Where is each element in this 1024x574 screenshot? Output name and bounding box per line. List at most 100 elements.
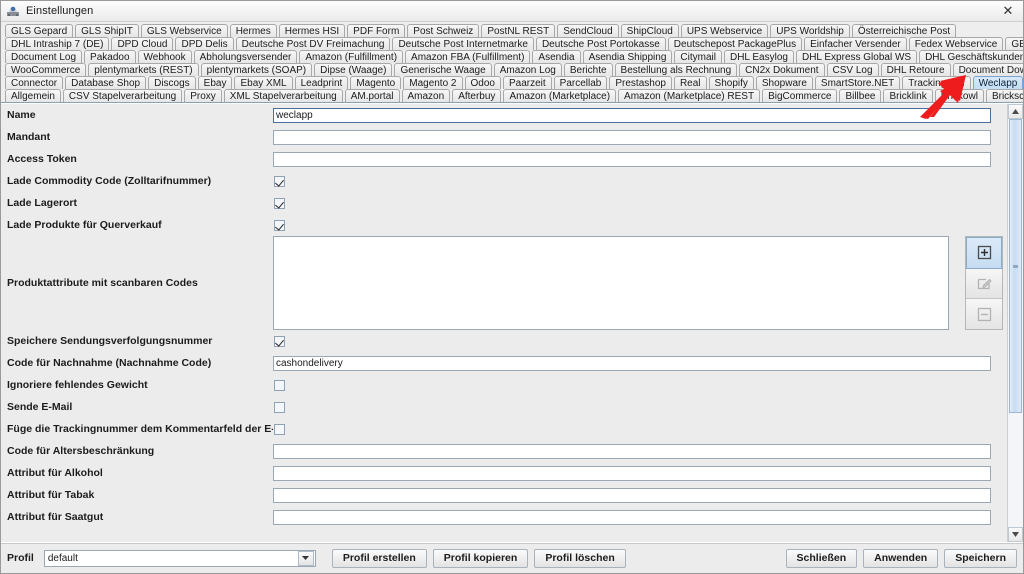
tab-real[interactable]: Real [673,76,707,89]
tab-bestellung-als-rechnung[interactable]: Bestellung als Rechnung [614,63,738,76]
scrollbar-track[interactable] [1008,119,1023,527]
tab-einfacher-versender[interactable]: Einfacher Versender [804,37,907,50]
tab-plentymarkets-rest[interactable]: plentymarkets (REST) [88,63,199,76]
scrollbar-thumb[interactable] [1009,119,1022,413]
tab-generische-waage[interactable]: Generische Waage [394,63,492,76]
tab-plentymarkets-soap[interactable]: plentymarkets (SOAP) [200,63,313,76]
tab-pdf-form[interactable]: PDF Form [347,24,406,37]
tab-webhook[interactable]: Webhook [137,50,192,63]
tab-post-schweiz[interactable]: Post Schweiz [407,24,480,37]
save-button[interactable]: Speichern [944,548,1017,568]
tab-database-shop[interactable]: Database Shop [65,76,147,89]
tab-smartstore-net[interactable]: SmartStore.NET [814,76,901,89]
tab-xml-stapelverarbeitung[interactable]: XML Stapelverarbeitung [223,89,343,102]
tab-deutsche-post-portokasse[interactable]: Deutsche Post Portokasse [535,37,666,50]
edit-attribute-button[interactable] [966,268,1002,300]
tab-woocommerce[interactable]: WooCommerce [5,63,87,76]
tab-magento[interactable]: Magento [350,76,402,89]
tab-gls-shipit[interactable]: GLS ShipIT [75,24,139,37]
tab-dpd-cloud[interactable]: DPD Cloud [111,37,174,50]
checkbox-lade-lagerort[interactable] [274,197,285,209]
tab-csv-stapelverarbeitung[interactable]: CSV Stapelverarbeitung [62,89,183,102]
input-code-für-altersbeschränkung[interactable] [273,443,991,459]
remove-attribute-button[interactable] [966,299,1002,330]
tab-proxy[interactable]: Proxy [184,89,222,102]
add-attribute-button[interactable] [966,237,1002,269]
tab-berichte[interactable]: Berichte [563,63,613,76]
tab-amazon-marketplace[interactable]: Amazon (Marketplace) [503,89,617,102]
tab-parcellab[interactable]: Parcellab [553,76,608,89]
create-profile-button[interactable]: Profil erstellen [331,548,427,568]
input-access-token[interactable] [273,151,991,167]
tab-magento-2[interactable]: Magento 2 [403,76,463,89]
chevron-down-icon[interactable] [297,550,314,566]
tab-citymail[interactable]: Citymail [674,50,722,63]
tab-odoo[interactable]: Odoo [464,76,501,89]
input-attribut-für-alkohol[interactable] [273,465,991,481]
close-icon[interactable]: ✕ [995,2,1021,20]
tab-cn2x-dokument[interactable]: CN2x Dokument [739,63,825,76]
tab-dhl-intraship-7-de[interactable]: DHL Intraship 7 (DE) [5,37,110,50]
input-mandant[interactable] [273,129,991,145]
scannable-codes-textarea[interactable] [273,236,949,330]
input-attribut-für-saatgut[interactable] [273,509,991,525]
tab-dhl-retoure[interactable]: DHL Retoure [880,63,951,76]
tab-leadprint[interactable]: Leadprint [294,76,349,89]
tab-afterbuy[interactable]: Afterbuy [452,89,502,102]
checkbox-sende-e-mail[interactable] [274,401,285,413]
tab-dhl-gesch-ftskundenversand[interactable]: DHL Geschäftskundenversand [919,50,1023,63]
scroll-up-arrow-icon[interactable] [1008,104,1023,119]
tab-deutsche-post-internetmarke[interactable]: Deutsche Post Internetmarke [392,37,534,50]
tab-amazon-fulfillment[interactable]: Amazon (Fulfillment) [299,50,404,63]
tab-asendia-shipping[interactable]: Asendia Shipping [582,50,673,63]
checkbox-lade-produkte-für-querverkauf[interactable] [274,219,285,231]
tab-pakadoo[interactable]: Pakadoo [84,50,136,63]
checkbox-füge-die-trackingnummer-dem-kommentarfeld-der-e-mail-hinzu[interactable] [274,423,285,435]
input-attribut-für-tabak[interactable] [273,487,991,503]
copy-profile-button[interactable]: Profil kopieren [432,548,529,568]
tab-fedex-webservice[interactable]: Fedex Webservice [908,37,1004,50]
tab-paarzeit[interactable]: Paarzeit [502,76,552,89]
tab-dhl-easylog[interactable]: DHL Easylog [723,50,794,63]
tab-amazon[interactable]: Amazon [401,89,451,102]
tab-ebay-xml[interactable]: Ebay XML [234,76,293,89]
tab-amazon-fba-fulfillment[interactable]: Amazon FBA (Fulfillment) [405,50,531,63]
checkbox-ignoriere-fehlendes-gewicht[interactable] [274,379,285,391]
tab-postnl-rest[interactable]: PostNL REST [481,24,556,37]
close-button[interactable]: Schließen [785,548,858,568]
tab-amazon-marketplace-rest[interactable]: Amazon (Marketplace) REST [618,89,761,102]
tab-asendia[interactable]: Asendia [532,50,581,63]
tab-deutsche-post-dv-freimachung[interactable]: Deutsche Post DV Freimachung [235,37,391,50]
tab-gls-gepard[interactable]: GLS Gepard [5,24,74,37]
tab-ebay[interactable]: Ebay [197,76,233,89]
tab-dhl-express-global-ws[interactable]: DHL Express Global WS [795,50,918,63]
tab-billbee[interactable]: Billbee [839,89,882,102]
tab-trackingmail[interactable]: Trackingmail [902,76,971,89]
tab-document-downloader[interactable]: Document Downloader [952,63,1023,76]
tab-sendcloud[interactable]: SendCloud [557,24,619,37]
tab-dipse-waage[interactable]: Dipse (Waage) [314,63,393,76]
tab-deutschepost-packageplus[interactable]: Deutschepost PackagePlus [667,37,803,50]
vertical-scrollbar[interactable] [1007,104,1023,542]
tab-prestashop[interactable]: Prestashop [609,76,672,89]
tab-bricklink[interactable]: Bricklink [883,89,933,102]
input-code-für-nachnahme-nachnahme-code[interactable]: cashondelivery [273,355,991,371]
delete-profile-button[interactable]: Profil löschen [534,548,626,568]
tab-abholungsversender[interactable]: Abholungsversender [193,50,298,63]
tab-connector[interactable]: Connector [5,76,64,89]
apply-button[interactable]: Anwenden [863,548,939,568]
tab-csv-log[interactable]: CSV Log [826,63,879,76]
profile-select[interactable]: default [43,549,316,567]
tab-shopware[interactable]: Shopware [755,76,813,89]
tab-gel-express[interactable]: GEL Express [1005,37,1023,50]
tab-hermes[interactable]: Hermes [229,24,277,37]
tab-ups-worldship[interactable]: UPS Worldship [770,24,850,37]
tab-weclapp[interactable]: Weclapp [972,76,1023,89]
tab-shopify[interactable]: Shopify [708,76,754,89]
tab-discogs[interactable]: Discogs [148,76,196,89]
tab-brickowl[interactable]: Brickowl [934,89,984,102]
tab-hermes-hsi[interactable]: Hermes HSI [278,24,346,37]
tab-amazon-log[interactable]: Amazon Log [493,63,562,76]
scroll-down-arrow-icon[interactable] [1008,527,1023,542]
tab-allgemein[interactable]: Allgemein [5,89,61,102]
